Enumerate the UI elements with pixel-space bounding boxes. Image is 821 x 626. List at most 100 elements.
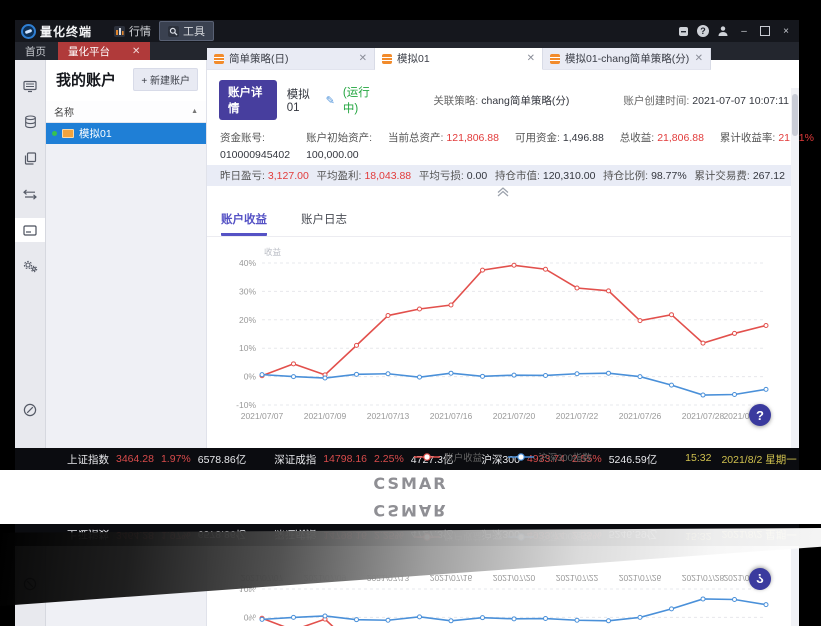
doc-tab-label: 简单策略(日) <box>229 51 354 66</box>
stat-label: 持仓市值: <box>495 170 540 182</box>
user-icon[interactable] <box>716 24 730 38</box>
name-column-header[interactable]: 名称 ▲ <box>46 101 206 123</box>
theme-icon[interactable] <box>676 24 690 38</box>
stat-item: 可用资金:1,496.88 <box>515 130 604 161</box>
content-tab[interactable]: 账户收益 <box>221 211 267 236</box>
transfer-icon[interactable] <box>15 182 45 206</box>
account-card-icon[interactable] <box>15 218 45 242</box>
close-icon[interactable]: × <box>779 24 793 38</box>
new-account-button[interactable]: + 新建账户 <box>133 68 198 91</box>
main-content: 简单策略(日)✕模拟01✕模拟01-chang简单策略(分)✕ 账户详情 模拟0… <box>207 60 799 448</box>
doc-tab-label: 模拟01 <box>397 51 522 66</box>
index-volume: 5246.59亿 <box>609 452 657 467</box>
close-icon[interactable]: ✕ <box>695 53 703 64</box>
strategy-icon <box>214 54 224 64</box>
nav-tab-home[interactable]: 首页 <box>15 42 58 60</box>
compass-icon[interactable] <box>15 398 45 422</box>
stat-item: 资金账号:010000945402 <box>220 130 290 161</box>
main-screenshot: 量化终端 行情 工具 ? <box>0 0 821 497</box>
doc-tab[interactable]: 简单策略(日) ✕ <box>207 48 375 70</box>
stat-label: 总收益: <box>620 132 654 144</box>
nav-tab-quant-platform[interactable]: 量化平台 ✕ <box>58 42 150 60</box>
index-name: 深证成指 <box>274 452 316 467</box>
index-change: 2.25% <box>374 453 404 465</box>
svg-text:2021/07/07: 2021/07/07 <box>241 411 284 421</box>
copy-icon[interactable] <box>15 146 45 170</box>
stat-value: 121,806.88 <box>446 132 499 144</box>
stat-value: 267.12 <box>753 170 785 182</box>
close-icon[interactable]: ✕ <box>527 53 535 64</box>
stat-item: 昨日盈亏:3,127.00 <box>220 168 309 183</box>
scrollbar-thumb[interactable] <box>792 94 798 136</box>
clock: 15:32 2021/8/2 星期一 <box>685 452 797 467</box>
index-quote[interactable]: 上证指数3464.281.97%6578.86亿 <box>67 452 246 467</box>
help-icon[interactable]: ? <box>697 25 709 37</box>
status-bar: 上证指数3464.281.97%6578.86亿深证成指14798.162.25… <box>15 448 799 470</box>
account-icon <box>62 129 74 138</box>
svg-text:2021/07/28: 2021/07/28 <box>682 411 725 421</box>
index-quotes: 上证指数3464.281.97%6578.86亿深证成指14798.162.25… <box>67 452 685 467</box>
doc-tab[interactable]: 模拟01 ✕ <box>375 48 543 70</box>
market-icon <box>114 26 125 37</box>
doc-tab[interactable]: 模拟01-chang简单策略(分)✕ <box>543 48 711 70</box>
stat-item: 累计交易费:267.12 <box>694 168 785 183</box>
close-icon[interactable]: ✕ <box>132 46 140 57</box>
chart-legend: 账户收益 沪深300指数 <box>414 450 592 464</box>
account-row-selected[interactable]: 模拟01 <box>46 123 206 144</box>
menu-tools-label: 工具 <box>183 23 205 39</box>
stat-value: 18,043.88 <box>364 170 411 182</box>
menu-tools[interactable]: 工具 <box>159 21 214 41</box>
close-icon[interactable]: ✕ <box>359 53 367 64</box>
content-tabs: 账户收益 账户日志 <box>207 197 799 237</box>
index-value: 3464.28 <box>116 453 154 465</box>
minimize-icon[interactable]: – <box>737 24 751 38</box>
svg-text:收益: 收益 <box>264 247 282 257</box>
stat-label: 可用资金: <box>515 132 560 144</box>
menu-market[interactable]: 行情 <box>106 21 159 41</box>
stat-label: 昨日盈亏: <box>220 170 265 182</box>
index-name: 上证指数 <box>67 452 109 467</box>
database-icon[interactable] <box>15 110 45 134</box>
monitor-icon[interactable] <box>15 74 45 98</box>
svg-text:2021/07/09: 2021/07/09 <box>304 573 347 583</box>
svg-text:2021/07/20: 2021/07/20 <box>493 573 536 583</box>
maximize-icon[interactable] <box>758 24 772 38</box>
logo-text: 量化终端 <box>40 23 92 40</box>
svg-text:10%: 10% <box>239 343 256 353</box>
help-fab-button[interactable]: ? <box>749 404 771 426</box>
legend-item[interactable]: 沪深300指数 <box>508 450 592 464</box>
stat-item: 当前总资产:121,806.88 <box>388 130 499 161</box>
stat-label: 累计收益率: <box>720 132 775 144</box>
app-window: 量化终端 行情 工具 ? <box>15 20 799 470</box>
app-body: 我的账户 + 新建账户 名称 ▲ 模拟01 简单策略(日)✕模拟01✕模拟01-… <box>15 60 799 448</box>
content-tab[interactable]: 账户日志 <box>301 211 347 236</box>
reflection: 量化终端 行情 工具 ? <box>0 497 821 626</box>
account-detail-header: 账户详情 模拟01 ✎ (运行中) 关联策略:chang简单策略(分) 账户创建… <box>207 70 799 126</box>
running-dot-icon <box>52 131 57 136</box>
csmar-watermark: CSMAR <box>373 474 447 493</box>
stat-item: 持仓市值:120,310.00 <box>495 168 595 183</box>
svg-text:2021/07/16: 2021/07/16 <box>430 411 473 421</box>
logo-icon <box>21 24 36 39</box>
settings-gears-icon[interactable] <box>15 254 45 278</box>
running-status: (运行中) <box>343 84 379 116</box>
panel-header: 我的账户 + 新建账户 <box>46 60 206 101</box>
collapse-chevron-icon[interactable] <box>207 187 799 197</box>
legend-item[interactable]: 账户收益 <box>414 450 482 464</box>
nav-tab-label: 量化平台 <box>68 44 110 59</box>
account-name: 模拟01 <box>79 126 112 141</box>
vertical-scrollbar[interactable] <box>791 88 799 448</box>
stat-label: 平均亏损: <box>419 170 464 182</box>
stat-value: 21,806.88 <box>657 132 704 144</box>
stat-value: 3,127.00 <box>268 170 309 182</box>
stats-row-1: 资金账号:010000945402账户初始资产:100,000.00当前总资产:… <box>207 126 799 163</box>
sort-arrow-icon[interactable]: ▲ <box>191 108 198 115</box>
svg-text:30%: 30% <box>239 286 256 296</box>
edit-pencil-icon[interactable]: ✎ <box>326 94 335 107</box>
svg-text:2021/07/16: 2021/07/16 <box>430 573 473 583</box>
line-chart-svg: 40%30%20%10%0%-10%收益2021/07/072021/07/09… <box>222 247 784 445</box>
window-controls: ? – × <box>676 24 793 38</box>
watermark-strip: CSMAR <box>0 470 821 497</box>
svg-text:2021/07/22: 2021/07/22 <box>556 573 599 583</box>
stat-item: 平均盈利:18,043.88 <box>317 168 412 183</box>
